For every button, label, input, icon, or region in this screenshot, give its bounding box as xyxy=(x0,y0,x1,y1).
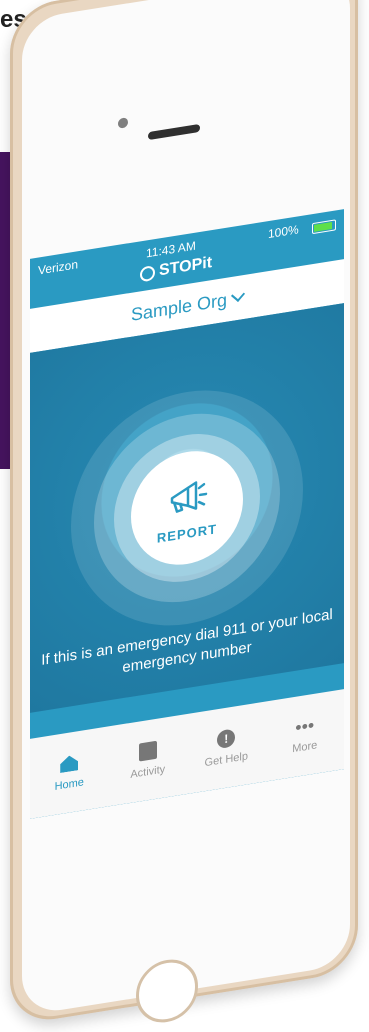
battery-fill xyxy=(314,222,332,232)
battery-icon xyxy=(312,219,336,235)
tab-home-label: Home xyxy=(54,776,84,793)
home-icon xyxy=(58,753,80,774)
org-name: Sample Org xyxy=(130,289,228,325)
tab-home[interactable]: Home xyxy=(34,749,104,796)
phone-frame: Verizon 11:43 AM 100% STOPit Sample Org xyxy=(10,0,358,1027)
tab-get-help[interactable]: ! Get Help xyxy=(191,724,261,771)
phone-face: Verizon 11:43 AM 100% STOPit Sample Org xyxy=(22,0,350,1017)
carrier-label: Verizon xyxy=(38,257,79,278)
tab-get-help-label: Get Help xyxy=(204,750,248,770)
tab-activity-label: Activity xyxy=(130,763,166,781)
megaphone-icon xyxy=(170,480,208,513)
activity-shape xyxy=(138,740,157,762)
help-shape: ! xyxy=(217,728,236,750)
more-icon: ••• xyxy=(294,714,316,738)
home-shape xyxy=(60,754,78,773)
phone-screen-area: Verizon 11:43 AM 100% STOPit Sample Org xyxy=(30,209,344,819)
app-screen: Verizon 11:43 AM 100% STOPit Sample Org xyxy=(30,209,344,819)
tab-bar: Home Activity ! Get Help ••• More xyxy=(30,689,344,819)
chevron-down-icon xyxy=(230,287,246,302)
help-icon: ! xyxy=(215,728,237,750)
tab-more[interactable]: ••• More xyxy=(270,712,340,759)
more-dots: ••• xyxy=(295,714,315,738)
battery-percent: 100% xyxy=(268,222,299,242)
activity-icon xyxy=(137,740,159,762)
stopit-logo-icon xyxy=(140,264,155,282)
report-area: REPORT If this is an emergency dial 911 … xyxy=(30,303,344,713)
tab-activity[interactable]: Activity xyxy=(113,737,183,784)
tab-more-label: More xyxy=(292,739,318,756)
report-label: REPORT xyxy=(156,520,218,546)
